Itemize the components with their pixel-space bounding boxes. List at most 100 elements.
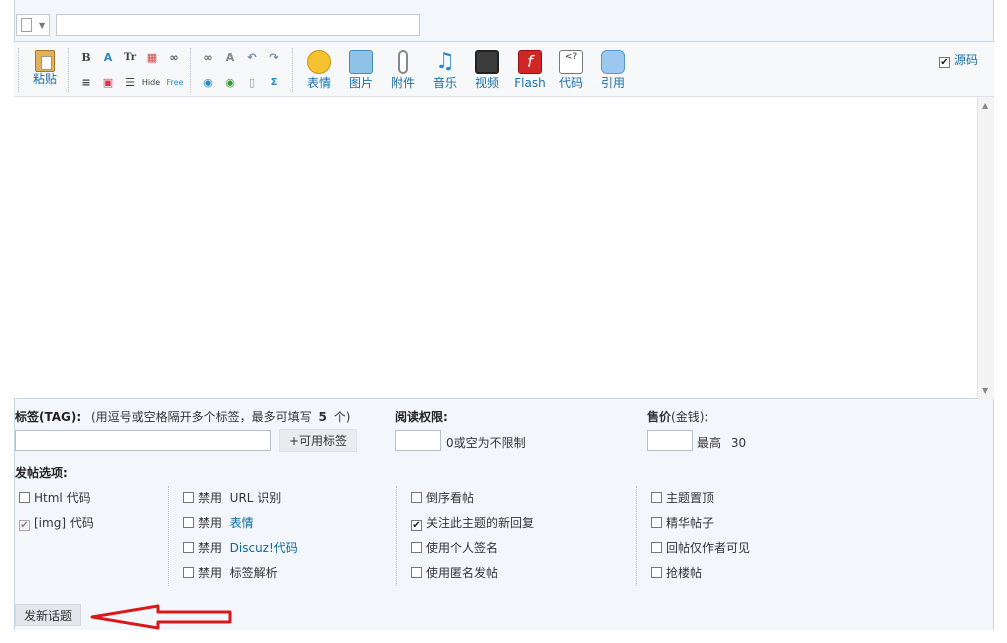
option-checkbox[interactable] <box>183 492 194 503</box>
option-checkbox[interactable] <box>651 492 662 503</box>
source-label: 源码 <box>953 53 978 67</box>
option-anonymous[interactable]: 使用匿名发帖 <box>411 564 498 581</box>
option-disable-emoji[interactable]: 禁用 表情 <box>183 514 254 531</box>
option-follow-replies[interactable]: 关注此主题的新回复 <box>411 514 534 531</box>
video-button[interactable]: 视频 <box>472 50 502 90</box>
price-input[interactable] <box>647 430 693 451</box>
option-checkbox[interactable] <box>651 542 662 553</box>
paperclip-icon <box>398 50 408 74</box>
float-icon[interactable]: ▣ <box>100 75 116 91</box>
scroll-down-icon[interactable]: ▼ <box>982 386 988 395</box>
subject-input[interactable] <box>56 14 420 36</box>
clear-format-icon[interactable]: A <box>222 50 238 66</box>
option-disable-url[interactable]: 禁用 URL 识别 <box>183 489 281 506</box>
music-label: 音乐 <box>432 76 457 90</box>
option-disable-discuz-code[interactable]: 禁用 Discuz!代码 <box>183 539 298 556</box>
option-html-code[interactable]: Html 代码 <box>19 489 91 506</box>
option-label: 倒序看帖 <box>426 491 475 505</box>
emoji-label: 表情 <box>306 76 331 90</box>
toolbar-divider <box>190 48 191 92</box>
option-checkbox[interactable] <box>411 520 422 531</box>
undo-icon[interactable]: ↶ <box>244 50 260 66</box>
quote-button[interactable]: 引用 <box>598 50 628 90</box>
tags-hint-end: 个) <box>333 410 351 424</box>
options-title: 发帖选项: <box>15 466 68 480</box>
option-label: 抢楼帖 <box>666 566 703 580</box>
option-label-link[interactable]: 表情 <box>230 516 254 530</box>
options-divider <box>396 486 397 586</box>
bold-icon[interactable]: B <box>78 50 94 66</box>
post-type-select[interactable]: ▼ <box>16 14 50 36</box>
free-icon[interactable]: Free <box>164 75 186 91</box>
option-reverse-order[interactable]: 倒序看帖 <box>411 489 474 506</box>
option-digest[interactable]: 精华帖子 <box>651 514 714 531</box>
toolbar-divider <box>292 48 293 92</box>
price-label: 售价 <box>647 410 672 424</box>
option-checkbox[interactable] <box>651 517 662 528</box>
paste-button[interactable]: 粘贴 <box>32 50 58 86</box>
option-checkbox[interactable] <box>19 492 30 503</box>
unlink-icon[interactable]: ∞ <box>200 50 216 66</box>
tags-input[interactable] <box>15 430 271 451</box>
option-label: 主题置顶 <box>666 491 715 505</box>
source-toggle[interactable]: 源码 <box>938 51 978 68</box>
code-button[interactable]: <? 代码 <box>556 50 586 90</box>
available-tags-button[interactable]: +可用标签 <box>279 429 357 452</box>
price-max-label: 最高 <box>697 436 722 450</box>
option-checkbox[interactable] <box>411 542 422 553</box>
read-perm-input[interactable] <box>395 430 441 451</box>
table-icon[interactable]: ◉ <box>200 75 216 91</box>
source-checkbox[interactable] <box>938 57 950 68</box>
font-color-icon[interactable]: A <box>100 50 116 66</box>
option-prefix: 禁用 <box>198 491 223 505</box>
option-checkbox[interactable] <box>411 567 422 578</box>
page-icon[interactable]: ▯ <box>244 75 260 91</box>
editor-textarea[interactable]: ▲ ▼ <box>14 97 994 399</box>
option-floor-grab[interactable]: 抢楼帖 <box>651 564 702 581</box>
font-size-icon[interactable]: Tr <box>122 50 138 66</box>
hide-icon[interactable]: Hide <box>140 75 162 91</box>
editor-scrollbar[interactable]: ▲ ▼ <box>977 97 994 399</box>
attach-button[interactable]: 附件 <box>388 50 418 90</box>
attach-label: 附件 <box>390 76 415 90</box>
flash-label: Flash <box>514 76 546 90</box>
option-disable-tag-parse[interactable]: 禁用 标签解析 <box>183 564 278 581</box>
emoji-icon <box>307 50 331 74</box>
link-icon[interactable]: ∞ <box>166 50 182 66</box>
music-icon: ♫ <box>435 49 455 74</box>
option-label: Html 代码 <box>34 491 91 505</box>
scroll-up-icon[interactable]: ▲ <box>982 101 988 110</box>
list-icon[interactable]: ☰ <box>122 75 138 91</box>
option-checkbox[interactable] <box>183 567 194 578</box>
tags-label: 标签(TAG): <box>15 410 82 424</box>
option-sticky[interactable]: 主题置顶 <box>651 489 714 506</box>
option-author-only-replies[interactable]: 回帖仅作者可见 <box>651 539 750 556</box>
image-button[interactable]: 图片 <box>346 50 376 90</box>
option-label-link[interactable]: Discuz!代码 <box>230 541 298 555</box>
insert-icon[interactable]: ◉ <box>222 75 238 91</box>
align-icon[interactable]: ≡ <box>78 75 94 91</box>
option-checkbox[interactable] <box>651 567 662 578</box>
emoji-button[interactable]: 表情 <box>304 50 334 90</box>
toolbar-divider <box>68 48 69 92</box>
color-grid-icon[interactable]: ▦ <box>144 50 160 66</box>
music-button[interactable]: ♫ 音乐 <box>430 49 460 91</box>
video-label: 视频 <box>474 76 499 90</box>
sum-icon[interactable]: Σ <box>266 75 282 91</box>
chevron-down-icon: ▼ <box>39 21 46 30</box>
price-unit: (金钱): <box>671 410 709 424</box>
option-label: URL 识别 <box>229 491 282 505</box>
flash-button[interactable]: f Flash <box>510 50 550 90</box>
paste-label: 粘贴 <box>32 72 57 86</box>
options-divider <box>636 486 637 586</box>
submit-thread-button[interactable]: 发新话题 <box>15 604 81 626</box>
quote-icon <box>601 50 625 74</box>
option-checkbox[interactable] <box>183 542 194 553</box>
option-checkbox[interactable] <box>411 492 422 503</box>
option-checkbox[interactable] <box>183 517 194 528</box>
option-prefix: 禁用 <box>198 516 223 530</box>
read-perm-hint: 0或空为不限制 <box>446 436 526 450</box>
redo-icon[interactable]: ↷ <box>266 50 282 66</box>
option-label: 关注此主题的新回复 <box>426 516 535 530</box>
option-use-signature[interactable]: 使用个人签名 <box>411 539 498 556</box>
